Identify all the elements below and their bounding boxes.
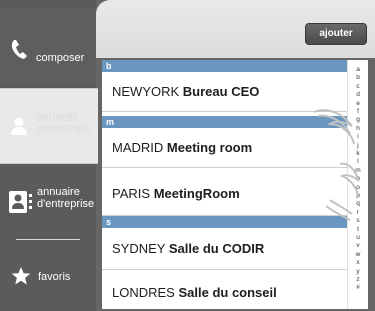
contact-city: LONDRES [112, 285, 175, 300]
list-item[interactable]: NEWYORK Bureau CEO [102, 72, 347, 112]
alpha-index-letter[interactable]: v [348, 242, 368, 250]
alpha-index-letter[interactable]: k [348, 150, 368, 158]
list-item[interactable]: MADRID Meeting room [102, 128, 347, 168]
add-contact-button[interactable]: ajouter [305, 23, 367, 45]
sidebar-item-label: contacts personnels [36, 111, 90, 135]
alpha-index-letter[interactable]: s [348, 217, 368, 225]
star-icon [11, 266, 31, 291]
section-header-b: b [102, 60, 347, 72]
contact-name: MeetingRoom [153, 186, 240, 201]
alpha-index-letter[interactable]: u [348, 234, 368, 242]
alpha-index-letter[interactable]: f [348, 108, 368, 116]
sidebar-item-composer[interactable]: composer [0, 8, 96, 84]
alpha-index-letter[interactable]: h [348, 125, 368, 133]
content-header: ajouter [96, 0, 375, 58]
alpha-index-letter[interactable]: t [348, 226, 368, 234]
sidebar-item-label: composer [36, 52, 85, 64]
alpha-index-letter[interactable]: # [348, 284, 368, 292]
section-header-m: m [102, 116, 347, 128]
contact-city: SYDNEY [112, 241, 166, 256]
sidebar-divider [16, 239, 80, 240]
list-item[interactable]: PARIS MeetingRoom [102, 172, 347, 216]
alpha-index-letter[interactable]: r [348, 209, 368, 217]
contact-list[interactable]: b NEWYORK Bureau CEO m MADRID Meeting ro… [102, 60, 347, 309]
alpha-index-letter[interactable]: n [348, 175, 368, 183]
sidebar-item-contacts-personnels[interactable]: contacts personnels [0, 88, 98, 164]
person-icon [9, 116, 29, 141]
phone-handset-icon [9, 38, 31, 65]
alpha-index-letter[interactable]: c [348, 83, 368, 91]
alpha-index-letter[interactable]: y [348, 268, 368, 276]
alpha-index-letter[interactable]: o [348, 184, 368, 192]
list-item[interactable]: LONDRES Salle du conseil [102, 270, 347, 309]
contact-name: Bureau CEO [182, 84, 260, 99]
alpha-index-letter[interactable]: j [348, 142, 368, 150]
contact-city: MADRID [112, 140, 164, 155]
sidebar-item-favoris[interactable]: favoris [0, 252, 96, 300]
contact-name: Salle du CODIR [168, 241, 265, 256]
contact-city: NEWYORK [112, 84, 180, 99]
sidebar-item-label: favoris [38, 271, 71, 283]
alphabet-index[interactable]: a b c d e f g h i j k l m n o p q r s t u v w x y z # [347, 60, 368, 309]
alpha-index-letter[interactable]: z [348, 276, 368, 284]
list-item[interactable]: SYDNEY Salle du CODIR [102, 228, 347, 270]
alpha-index-letter[interactable]: a [348, 66, 368, 74]
sidebar-item-label: annuaire d'entreprise [37, 186, 95, 210]
directory-icon [9, 190, 35, 219]
alpha-index-letter[interactable]: d [348, 91, 368, 99]
contact-name: Salle du conseil [178, 285, 277, 300]
alpha-index-letter[interactable]: g [348, 116, 368, 124]
alpha-index-letter[interactable]: b [348, 74, 368, 82]
alpha-index-letter[interactable]: l [348, 158, 368, 166]
contact-name: Meeting room [166, 140, 253, 155]
alpha-index-letter[interactable]: x [348, 259, 368, 267]
sidebar-item-annuaire[interactable]: annuaire d'entreprise [0, 170, 96, 234]
alpha-index-letter[interactable]: w [348, 251, 368, 259]
alpha-index-letter[interactable]: q [348, 200, 368, 208]
alpha-index-letter[interactable]: e [348, 100, 368, 108]
alpha-index-letter[interactable]: i [348, 133, 368, 141]
alpha-index-letter[interactable]: p [348, 192, 368, 200]
app-root: composer contacts personnels annuaire d'… [0, 0, 375, 311]
section-header-s: s [102, 216, 347, 228]
contact-city: PARIS [112, 186, 151, 201]
sidebar: composer contacts personnels annuaire d'… [0, 0, 98, 311]
alpha-index-letter[interactable]: m [348, 167, 368, 175]
